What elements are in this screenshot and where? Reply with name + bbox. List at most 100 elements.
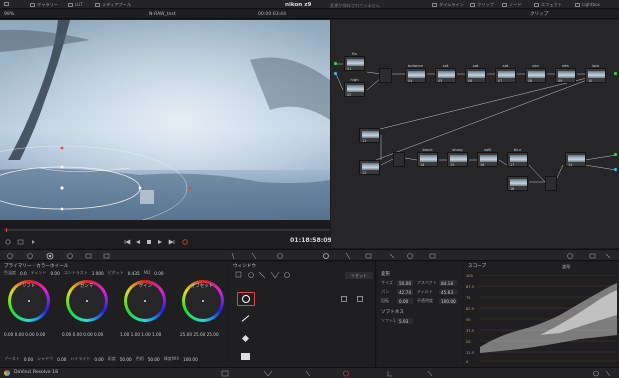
viewer-header: 99% N-RAW_test 00:00:03:44 bbox=[0, 10, 330, 19]
offset-label: オフセット bbox=[191, 284, 213, 289]
gradient-window-button[interactable] bbox=[237, 350, 255, 364]
window-add-icon[interactable] bbox=[341, 296, 347, 302]
polygon-window-button[interactable] bbox=[237, 332, 255, 346]
clip-mode-select[interactable]: クリップ bbox=[530, 12, 548, 18]
effects-button[interactable]: エフェクト bbox=[534, 2, 562, 7]
scope-panel: スコープ 波形 100 87.5 75 62.5 50 37.5 25 12.5… bbox=[464, 262, 619, 367]
window-panel: ウィンドウ リセット bbox=[229, 262, 376, 367]
resolve-logo-icon bbox=[4, 370, 10, 376]
soft1-field[interactable]: 5.93 bbox=[397, 318, 413, 324]
gamma-values[interactable]: 0.00 0.00 0.00 0.00 bbox=[62, 332, 103, 337]
save-status: 変更が保存されていません bbox=[330, 2, 380, 8]
lut-icon bbox=[68, 2, 73, 7]
viewer-tools[interactable] bbox=[4, 238, 44, 246]
layer-mixer[interactable] bbox=[545, 176, 557, 191]
settings-icon[interactable] bbox=[590, 369, 616, 378]
playback-controls[interactable] bbox=[122, 238, 192, 246]
lut-button[interactable]: LUT bbox=[68, 2, 83, 7]
waveform-display bbox=[480, 275, 617, 362]
offset-puck[interactable] bbox=[202, 300, 204, 302]
layer-mixer[interactable] bbox=[379, 68, 392, 83]
lift-puck[interactable] bbox=[28, 300, 30, 302]
gamma-label: ガンマ bbox=[80, 284, 94, 289]
rotate-field[interactable]: 0.00 bbox=[397, 298, 413, 304]
window-invert-icon[interactable] bbox=[357, 296, 363, 302]
window-tools[interactable] bbox=[235, 271, 315, 279]
node-soft[interactable]: soft 16 bbox=[477, 147, 498, 167]
node-blur[interactable]: blur 17 bbox=[507, 147, 528, 167]
node-sat[interactable]: sat 06 bbox=[465, 63, 486, 83]
node-fix[interactable]: fix 01 bbox=[344, 51, 365, 71]
viewer-timecode: 01:18:58:09 bbox=[290, 237, 332, 244]
scope-title: スコープ bbox=[468, 264, 487, 269]
offset-values[interactable]: 25.00 25.00 25.00 bbox=[180, 332, 219, 337]
node-balance[interactable]: balance 04 bbox=[405, 63, 426, 83]
nodes-icon bbox=[502, 2, 507, 7]
window-reset-button[interactable]: リセット bbox=[345, 272, 373, 279]
scope-mode-select[interactable]: 波形 bbox=[562, 264, 570, 269]
node-13[interactable]: 13 bbox=[565, 152, 586, 167]
size-field[interactable]: 50.00 bbox=[397, 280, 413, 286]
output-pin[interactable] bbox=[614, 72, 617, 75]
gallery-icon bbox=[30, 2, 35, 7]
transform-panel: 変形 サイズ 50.00 アスペクト 84.18 パン 42.74 ティルト 4… bbox=[377, 262, 463, 367]
gamma-puck[interactable] bbox=[86, 300, 88, 302]
node-sat[interactable]: sat 07 bbox=[495, 63, 516, 83]
project-title: nikon z9 bbox=[285, 1, 312, 8]
transport-bar: 01:18:58:09 bbox=[0, 228, 332, 248]
page-tabs[interactable] bbox=[220, 369, 460, 378]
window-panel-title: ウィンドウ bbox=[233, 264, 256, 269]
viewer-zoom[interactable]: 99% bbox=[4, 12, 14, 18]
layer-mixer[interactable] bbox=[393, 152, 405, 167]
circle-window-button[interactable] bbox=[237, 292, 255, 306]
app-brand: DaVinci Resolve 18 bbox=[4, 370, 58, 376]
node-sat[interactable]: sat 05 bbox=[435, 63, 456, 83]
nodes-button[interactable]: ノード bbox=[502, 2, 522, 7]
lift-values[interactable]: 0.00 0.00 0.00 0.00 bbox=[4, 332, 45, 337]
opacity-field[interactable]: 100.00 bbox=[439, 298, 457, 304]
node-lock[interactable]: lock 10 bbox=[585, 63, 606, 83]
gain-label: ゲイン bbox=[139, 284, 153, 289]
wheel-footer-params: ブースト 0.00 シャドウ 0.00 ハイライト 0.00 彩度 50.00 色相 50… bbox=[4, 356, 198, 362]
gallery-button[interactable]: ギャラリー bbox=[30, 2, 58, 7]
node-black[interactable]: black 14 bbox=[417, 147, 438, 167]
palette-icons[interactable] bbox=[0, 250, 619, 262]
scope-scale: 100 87.5 75 62.5 50 37.5 25 12.5 0 bbox=[466, 274, 475, 364]
tilt-field[interactable]: 45.63 bbox=[439, 289, 457, 295]
media-pool-button[interactable]: メディアプール bbox=[95, 2, 131, 7]
node-editor[interactable]: fix 01 high 02 balance 04 sat 05 sat 06 sat 07… bbox=[331, 20, 619, 248]
input-pin[interactable] bbox=[334, 72, 337, 75]
scrubber-track[interactable] bbox=[4, 229, 330, 231]
lightbox-button[interactable]: Lightbox bbox=[575, 2, 600, 7]
node-sharp[interactable]: sharp 15 bbox=[447, 147, 468, 167]
node-high[interactable]: high 02 bbox=[344, 77, 365, 97]
node-con[interactable]: con 08 bbox=[525, 63, 546, 83]
node-12[interactable]: 12 bbox=[359, 160, 380, 175]
clip-name: N-RAW_test bbox=[149, 11, 176, 17]
input-pin[interactable] bbox=[334, 62, 337, 65]
pan-field[interactable]: 42.74 bbox=[397, 289, 413, 295]
viewer-image[interactable] bbox=[0, 20, 330, 220]
softness-title: ソフトネス bbox=[381, 310, 404, 315]
playhead[interactable] bbox=[6, 228, 7, 232]
viewer-timecode-in: 00:00:03:44 bbox=[258, 11, 287, 17]
aspect-field[interactable]: 84.18 bbox=[439, 280, 457, 286]
output-pin[interactable] bbox=[614, 168, 617, 171]
viewer[interactable] bbox=[0, 20, 330, 220]
top-toolbar: ギャラリー LUT メディアプール nikon z9 変更が保存されていません … bbox=[0, 0, 619, 9]
timeline-button[interactable]: タイムライン bbox=[432, 2, 464, 7]
node-18[interactable]: 18 bbox=[507, 176, 528, 191]
node-des[interactable]: des 09 bbox=[555, 63, 576, 83]
lightbox-icon bbox=[575, 2, 580, 7]
transform-title: 変形 bbox=[381, 272, 391, 277]
clips-button[interactable]: クリップ bbox=[470, 2, 494, 7]
gain-values[interactable]: 1.00 1.00 1.00 1.00 bbox=[120, 332, 161, 337]
media-icon[interactable] bbox=[4, 2, 9, 6]
gain-puck[interactable] bbox=[144, 300, 146, 302]
lift-label: リフト bbox=[22, 284, 36, 289]
linear-window-button[interactable] bbox=[237, 312, 255, 326]
output-pin[interactable] bbox=[614, 153, 617, 156]
node-11[interactable]: 11 bbox=[359, 128, 380, 143]
page-navigation: DaVinci Resolve 18 bbox=[0, 367, 619, 378]
timeline-icon bbox=[432, 2, 437, 7]
